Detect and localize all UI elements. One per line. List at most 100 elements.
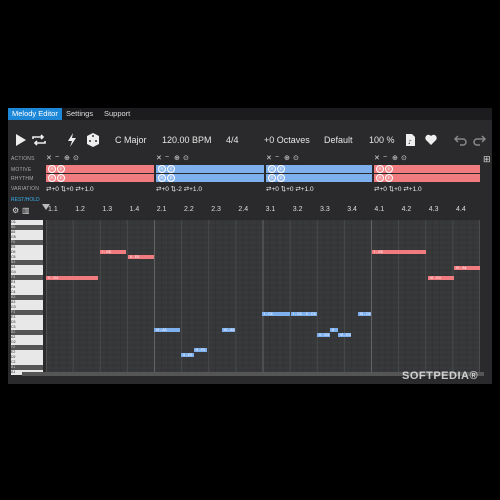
toolbar: C Major 120.00 BPM 4/4 +0 Octaves Defaul… [8,128,492,152]
note-block[interactable]: V - D4 [46,276,98,280]
copy-section-button[interactable]: ⊙ [293,154,299,162]
motive-label: MOTIVE [11,167,32,173]
variation-label: VARIATION [11,186,40,192]
rhythm-toggle-icon[interactable]: R [158,174,166,182]
note-block[interactable]: II - F2 [194,348,207,352]
delete-section-button[interactable]: ✕ [374,154,380,162]
note-grid[interactable]: I - G5 II - E5 V - D4 I - G5 VI - E4 IV - A4 V… [46,220,480,376]
rhythm-toggle-icon[interactable]: E [167,174,175,182]
file-icon[interactable]: ♪ [404,131,416,149]
ruler-tick: 2.4 [238,206,249,213]
preset-selector[interactable]: Default [324,131,353,149]
note-block[interactable]: VI - A3 [154,328,180,332]
octave-shift[interactable]: +0 Octaves [264,131,310,149]
collapse-section-button[interactable]: − [55,154,59,161]
note-block[interactable]: II - E2 [181,353,194,357]
note-block[interactable]: IV - A4 [454,266,480,270]
copy-section-button[interactable]: ⊙ [73,154,79,162]
ruler-tick: 4.3 [428,206,439,213]
motive-toggle-icon[interactable]: E [57,165,65,173]
rhythm-toggle-icon[interactable]: E [385,174,393,182]
motive-segment[interactable]: RE [156,165,264,173]
rhythm-toggle-icon[interactable]: R [48,174,56,182]
dice-icon[interactable] [85,131,101,149]
time-signature[interactable]: 4/4 [226,131,239,149]
motive-toggle-icon[interactable]: R [48,165,56,173]
add-motive-button[interactable]: ⊕ [392,154,398,162]
piano-icon[interactable]: ▥ [22,206,30,215]
delete-section-button[interactable]: ✕ [156,154,162,162]
motive-segment[interactable]: RE [374,165,480,173]
variation-controls[interactable]: ⇄+0 ⇅-2 ⇄+1.0 [156,185,202,193]
zoom-level[interactable]: 100 % [369,131,395,149]
motive-toggle-icon[interactable]: E [167,165,175,173]
lightning-icon[interactable] [66,131,78,149]
note-block[interactable]: II - C4 [304,312,317,316]
tab-support[interactable]: Support [100,108,134,120]
ruler-tick: 2.2 [184,206,194,213]
variation-controls[interactable]: ⇄+0 ⇅+0 ⇄+1.0 [266,185,314,193]
rhythm-segment[interactable]: RE [374,174,480,182]
variation-controls[interactable]: ⇄+0 ⇅+0 ⇄+1.0 [374,185,422,193]
collapse-section-button[interactable]: − [165,154,169,161]
variation-controls[interactable]: ⇄+0 ⇅+0 ⇄+1.0 [46,185,94,193]
section-1: ✕ − ⊕ ⊙ R E R E ⇄+0 ⇅+0 ⇄+1.0 [46,154,156,201]
motive-toggle-icon[interactable]: E [277,165,285,173]
ruler-tick: 2.1 [156,206,167,213]
tab-melody-editor[interactable]: Melody Editor [8,108,62,120]
loop-icon[interactable] [30,131,48,149]
tab-settings[interactable]: Settings [62,108,97,120]
delete-section-button[interactable]: ✕ [46,154,52,162]
motive-toggle-icon[interactable]: R [376,165,384,173]
motive-toggle-icon[interactable]: E [385,165,393,173]
heart-icon[interactable] [424,131,438,149]
note-block[interactable]: VI - E4 [428,276,454,280]
rhythm-toggle-icon[interactable]: R [268,174,276,182]
motive-toggle-icon[interactable]: R [158,165,166,173]
rhythm-segment[interactable]: RE [156,174,264,182]
redo-icon[interactable] [472,131,488,149]
add-motive-button[interactable]: ⊕ [64,154,70,162]
tempo-field[interactable]: 120.00 BPM [162,131,212,149]
note-block[interactable]: II [330,328,338,332]
note-block[interactable]: IV - A3 [222,328,235,332]
note-block[interactable]: II - E5 [128,255,154,259]
note-block[interactable]: III - C4 [358,312,371,316]
rhythm-toggle-icon[interactable]: E [277,174,285,182]
ruler-tick: 4.2 [401,206,412,213]
copy-section-button[interactable]: ⊙ [401,154,407,162]
undo-icon[interactable] [452,131,468,149]
gear-icon[interactable]: ⚙ [12,206,19,215]
melody-editor-window: Melody Editor Settings Support C Major 1… [8,108,492,384]
key-selector[interactable]: C Major [115,131,147,149]
note-block[interactable]: VI - E3 [338,333,351,337]
note-block[interactable]: I - G5 [372,250,426,254]
rhythm-segment[interactable]: RE [266,174,372,182]
note-block[interactable]: I - G5 [100,250,126,254]
add-motive-button[interactable]: ⊕ [174,154,180,162]
ruler-tick: 1.4 [129,206,140,213]
collapse-section-button[interactable]: − [275,154,279,161]
ruler-tick: 1.2 [75,206,85,213]
rest-hold-label: REST/HOLD [11,197,40,203]
add-section-button[interactable]: ⊞ [483,154,491,165]
play-icon[interactable] [14,131,28,149]
section-3: ✕ − ⊕ ⊙ R E R E ⇄+0 ⇅+0 ⇄+1.0 [266,154,374,201]
copy-section-button[interactable]: ⊙ [183,154,189,162]
ruler-tick: 3.3 [320,206,330,213]
rhythm-toggle-icon[interactable]: R [376,174,384,182]
add-motive-button[interactable]: ⊕ [284,154,290,162]
note-block[interactable]: I - C4 [262,312,290,316]
collapse-section-button[interactable]: − [383,154,387,161]
tab-bar: Melody Editor Settings Support [8,108,492,120]
delete-section-button[interactable]: ✕ [266,154,272,162]
note-block[interactable]: I - C4 [291,312,304,316]
rhythm-segment[interactable]: RE [46,174,154,182]
playhead-marker[interactable] [42,204,50,210]
motive-toggle-icon[interactable]: R [268,165,276,173]
rhythm-toggle-icon[interactable]: E [57,174,65,182]
note-block[interactable]: V - D3 [317,333,330,337]
motive-segment[interactable]: RE [46,165,154,173]
motive-segment[interactable]: RE [266,165,372,173]
svg-text:♪: ♪ [408,139,412,146]
